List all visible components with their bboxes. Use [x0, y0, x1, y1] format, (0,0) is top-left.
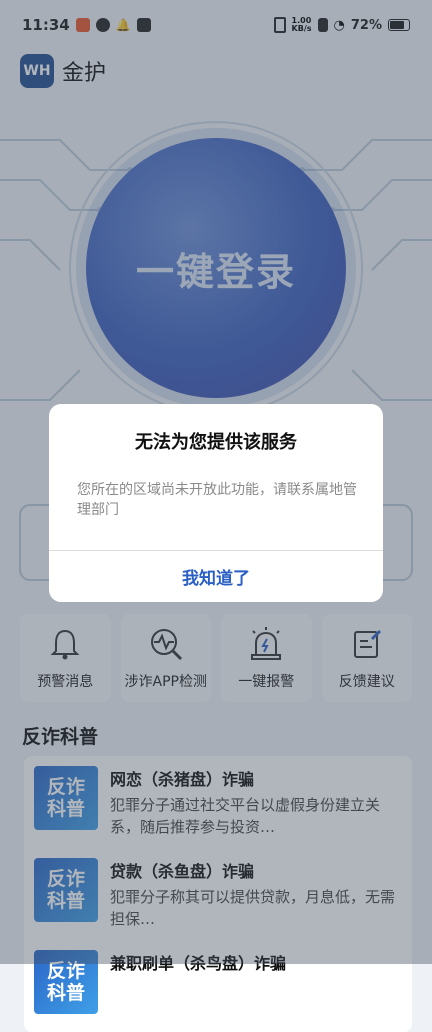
dialog-message: 您所在的区域尚未开放此功能，请联系属地管理部门: [77, 482, 357, 518]
service-unavailable-dialog: 无法为您提供该服务 您所在的区域尚未开放此功能，请联系属地管理部门 我知道了: [49, 404, 383, 602]
thumb-text: 科普: [46, 982, 85, 1004]
dialog-confirm-button[interactable]: 我知道了: [49, 551, 383, 602]
dialog-title: 无法为您提供该服务: [135, 432, 297, 453]
